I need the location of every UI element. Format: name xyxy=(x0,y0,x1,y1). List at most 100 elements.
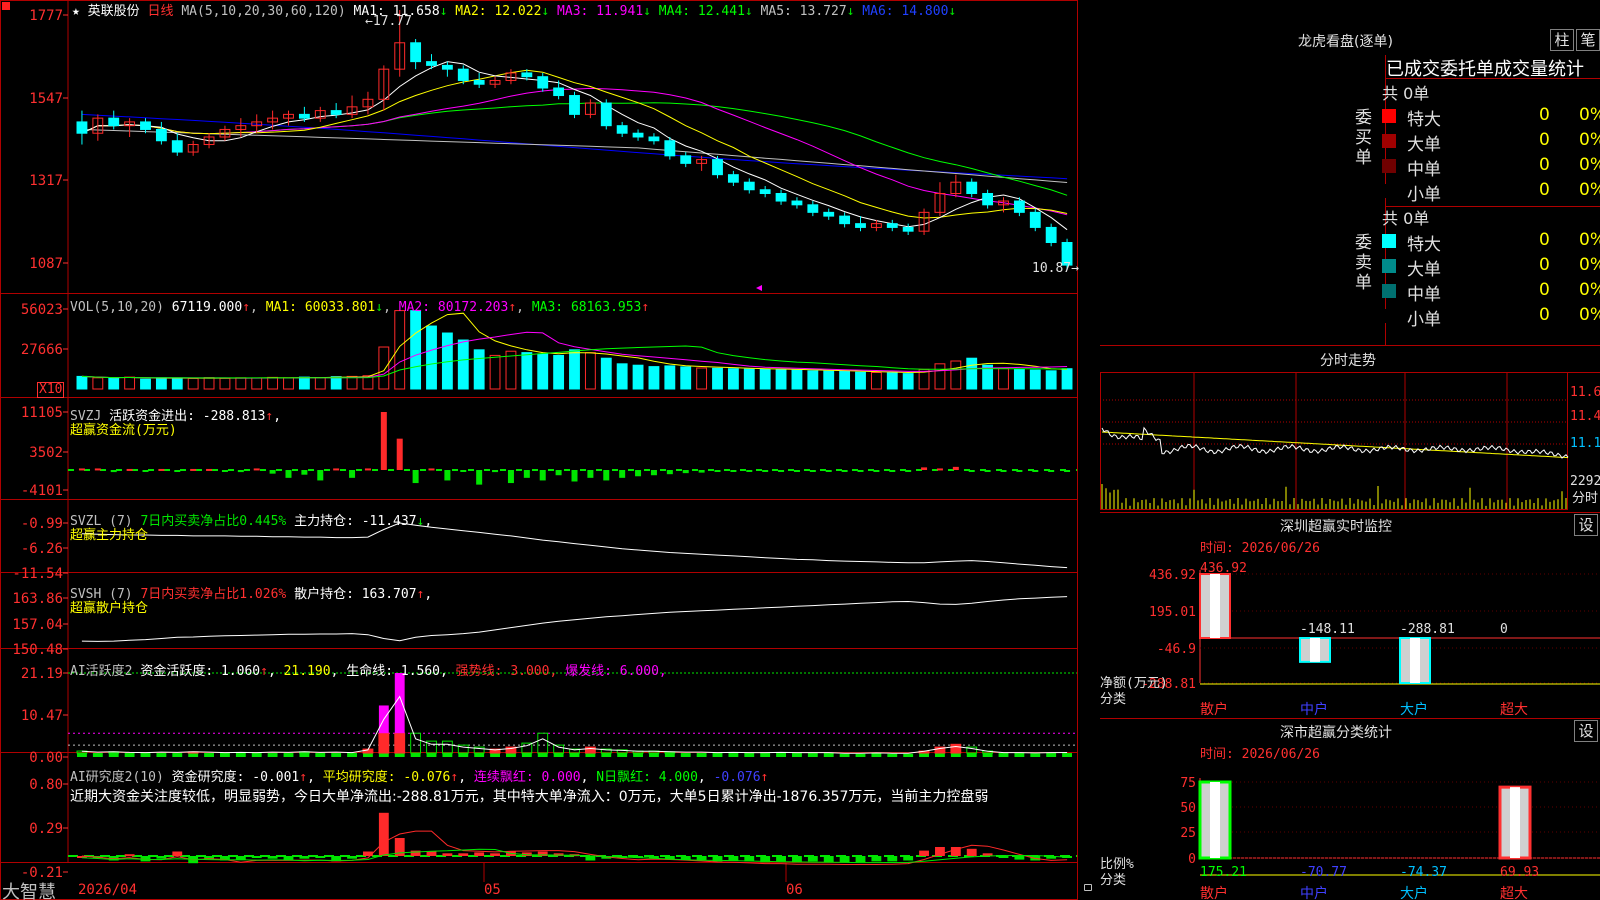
intraday-chart[interactable]: 11.68 11.41 11.14 2292 分时 xyxy=(1100,372,1600,510)
brand-label: 大智慧 xyxy=(2,882,56,900)
intraday-avg-line xyxy=(1101,431,1569,459)
volume-bar xyxy=(251,377,263,390)
ai2-base-bar xyxy=(807,753,818,757)
red-square-icon[interactable] xyxy=(2,2,10,10)
svzj-bar xyxy=(666,470,673,475)
candle xyxy=(648,136,660,142)
date-label-05: 05 xyxy=(484,882,501,898)
svzj-bar xyxy=(587,470,594,478)
class-bar-highlight xyxy=(1510,787,1520,858)
svzj-bar xyxy=(333,468,340,471)
net-value-label: -148.11 xyxy=(1300,622,1355,637)
air-tick: 0.29 xyxy=(29,821,63,837)
volume-bar xyxy=(76,375,88,390)
ma2-arrow: ↓ xyxy=(541,4,550,19)
volume-bar xyxy=(410,310,422,390)
ai2-burst-bar xyxy=(394,673,405,734)
svsh-tick: 163.86 xyxy=(12,591,63,607)
kline-star-icon[interactable]: ★ xyxy=(72,4,80,19)
sell-label: 委卖单 xyxy=(1355,233,1372,293)
volume-bar xyxy=(712,367,723,390)
sell-size-name: 小单 xyxy=(1407,310,1441,330)
svzj-bar xyxy=(889,470,896,472)
candle xyxy=(886,223,898,228)
panel-xname: 分类 xyxy=(1100,692,1126,707)
ai2-base-bar xyxy=(1046,753,1057,757)
volume-bar xyxy=(696,367,708,390)
ai2-base-bar xyxy=(521,753,532,757)
candle xyxy=(823,211,835,217)
ai2-active-bar xyxy=(394,732,406,754)
svsh-sub: 超赢散户持仓 xyxy=(70,601,149,616)
volume-bar xyxy=(505,350,517,390)
bar-view-button[interactable]: 柱 xyxy=(1550,29,1574,51)
ai2-tick: 10.47 xyxy=(21,708,63,724)
ai2-t3: 生命线: 1.560 xyxy=(346,664,441,679)
sell-volume: 0 xyxy=(1539,255,1550,275)
candle xyxy=(966,181,978,195)
sell-percent: 0% xyxy=(1579,305,1600,325)
ai2-base-bar xyxy=(394,753,405,757)
sell-volume: 0 xyxy=(1539,230,1550,250)
svzl-tick: -0.99 xyxy=(21,516,63,532)
stock-name[interactable]: 英联股份 xyxy=(88,4,140,19)
svzj-bar xyxy=(650,470,657,476)
air-bar xyxy=(204,856,214,859)
ma3-value: MA3: 11.941 xyxy=(557,4,644,19)
category-label: 超大 xyxy=(1500,702,1528,718)
candle xyxy=(441,64,453,70)
period-label[interactable]: 日线 xyxy=(148,4,174,19)
ai2-base-bar xyxy=(792,753,802,757)
main-chart-area[interactable]: 1777 1547 1317 1087 56023 27666 11105 3502 -4101… xyxy=(0,0,1100,900)
class-bar-highlight xyxy=(1210,782,1220,858)
panel-ytick: 0 xyxy=(1188,852,1196,867)
svzj-bar xyxy=(1000,470,1007,472)
air-bar xyxy=(680,856,691,860)
candle xyxy=(600,102,612,127)
volume-bar xyxy=(235,377,247,390)
volume-bar xyxy=(839,371,851,390)
dragon-title: 龙虎看盘(逐单) xyxy=(1298,34,1393,50)
candle xyxy=(410,42,422,63)
ai2-base-bar xyxy=(188,753,199,757)
tick-view-button[interactable]: 笔 xyxy=(1576,29,1600,51)
volume-bar xyxy=(219,377,231,390)
ai2-t2: 21.190 xyxy=(283,664,331,679)
volume-bar xyxy=(283,377,294,390)
ai2-base-bar xyxy=(1030,753,1041,757)
ai2-base-bar xyxy=(569,753,580,757)
svzj-bar xyxy=(571,470,578,482)
ai2-base-bar xyxy=(744,753,755,757)
candle xyxy=(712,159,723,176)
air-t1: 资金研究度: -0.001 xyxy=(171,770,300,785)
volume-bar xyxy=(823,370,835,390)
volume-bar xyxy=(680,366,692,390)
candle xyxy=(140,121,151,130)
svsh-ratio: 7日内买卖净占比1.026% xyxy=(140,587,287,602)
svzj-bar xyxy=(94,468,101,471)
intraday-tick: 11.68 xyxy=(1570,385,1600,400)
sz-monitor-settings-button[interactable]: 设 xyxy=(1574,514,1598,536)
svsh-line xyxy=(81,596,1068,642)
ai2-base-bar xyxy=(664,753,675,757)
svzj-bar xyxy=(793,470,800,472)
volume-bar xyxy=(727,368,739,390)
air-bar xyxy=(267,856,278,859)
candle xyxy=(1013,200,1025,213)
svzj-bar xyxy=(158,468,165,471)
sell-percent: 0% xyxy=(1579,255,1600,275)
ai2-base-bar xyxy=(506,753,516,757)
svzj-bar xyxy=(349,470,356,478)
sz-class-settings-button[interactable]: 设 xyxy=(1574,720,1598,742)
svzj-bar xyxy=(984,470,991,472)
candle xyxy=(537,76,549,89)
kline-header: ★ 英联股份 日线 MA(5,10,20,30,60,120) MA1: 11.… xyxy=(72,0,956,19)
lock-icon[interactable] xyxy=(1084,884,1092,891)
candle xyxy=(759,189,771,195)
svzj-bar xyxy=(142,470,149,472)
buy-total: 共 0单 xyxy=(1382,84,1430,103)
sell-percent: 0% xyxy=(1579,230,1600,250)
volume-bar xyxy=(521,352,533,390)
volume-bar xyxy=(600,357,612,390)
vol-ma2-arrow: ↑ xyxy=(508,300,517,315)
